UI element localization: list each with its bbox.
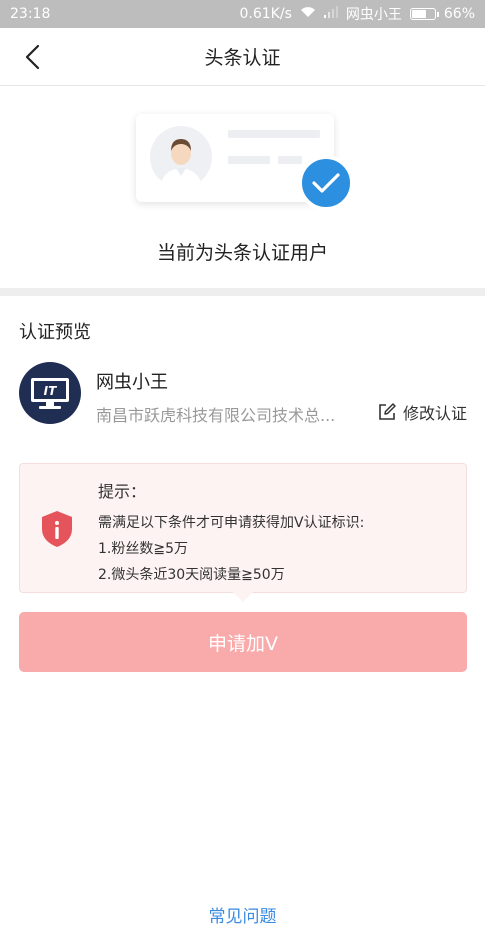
card-line <box>228 156 270 164</box>
card-line <box>278 156 302 164</box>
certified-hero: 当前为头条认证用户 <box>0 86 485 288</box>
shield-alert-icon <box>40 509 74 553</box>
network-speed: 0.61K/s <box>239 6 292 22</box>
profile-company: 南昌市跃虎科技有限公司技术总... <box>96 406 336 425</box>
battery-percent: 66% <box>443 6 475 22</box>
profile-row: IT 网虫小王 南昌市跃虎科技有限公司技术总... 修改认证 <box>19 362 467 428</box>
edit-label: 修改认证 <box>402 404 467 423</box>
wifi-icon <box>300 6 316 22</box>
edit-certification-button[interactable]: 修改认证 <box>377 400 467 424</box>
back-button[interactable] <box>16 40 48 74</box>
status-bar: 23:18 0.61K/s 网虫小王 66% <box>0 0 485 28</box>
page-title: 头条认证 <box>204 47 281 69</box>
card-line <box>228 130 320 138</box>
person-icon <box>150 126 212 188</box>
carrier-label: 网虫小王 <box>345 7 402 23</box>
status-right: 0.61K/s 网虫小王 66% <box>239 4 475 24</box>
section-divider <box>0 288 485 296</box>
check-icon <box>312 173 340 193</box>
certified-caption: 当前为头条认证用户 <box>156 242 328 264</box>
section-title: 认证预览 <box>19 322 91 343</box>
nav-bar: 头条认证 <box>0 28 485 86</box>
tip-text: 需满足以下条件才可申请获得加V认证标识: <box>98 515 365 531</box>
tip-arrow <box>233 592 253 602</box>
apply-v-button[interactable]: 申请加V <box>19 612 467 672</box>
tip-text: 2.微头条近30天阅读量≧50万 <box>98 567 285 583</box>
tip-box: 提示： 需满足以下条件才可申请获得加V认证标识: 1.粉丝数≧5万 2.微头条近… <box>19 463 467 602</box>
profile-name: 网虫小王 <box>96 372 168 393</box>
logo-text: IT <box>44 384 57 398</box>
tip-title: 提示： <box>98 482 147 501</box>
edit-icon <box>379 403 396 420</box>
avatar: IT <box>19 362 81 424</box>
status-time: 23:18 <box>10 6 51 22</box>
verified-badge <box>298 155 354 211</box>
chevron-left-icon <box>25 44 40 70</box>
signal-icon <box>323 6 338 22</box>
tip-text: 1.粉丝数≧5万 <box>98 541 188 557</box>
faq-link[interactable]: 常见问题 <box>0 902 485 927</box>
battery-icon <box>409 8 439 20</box>
